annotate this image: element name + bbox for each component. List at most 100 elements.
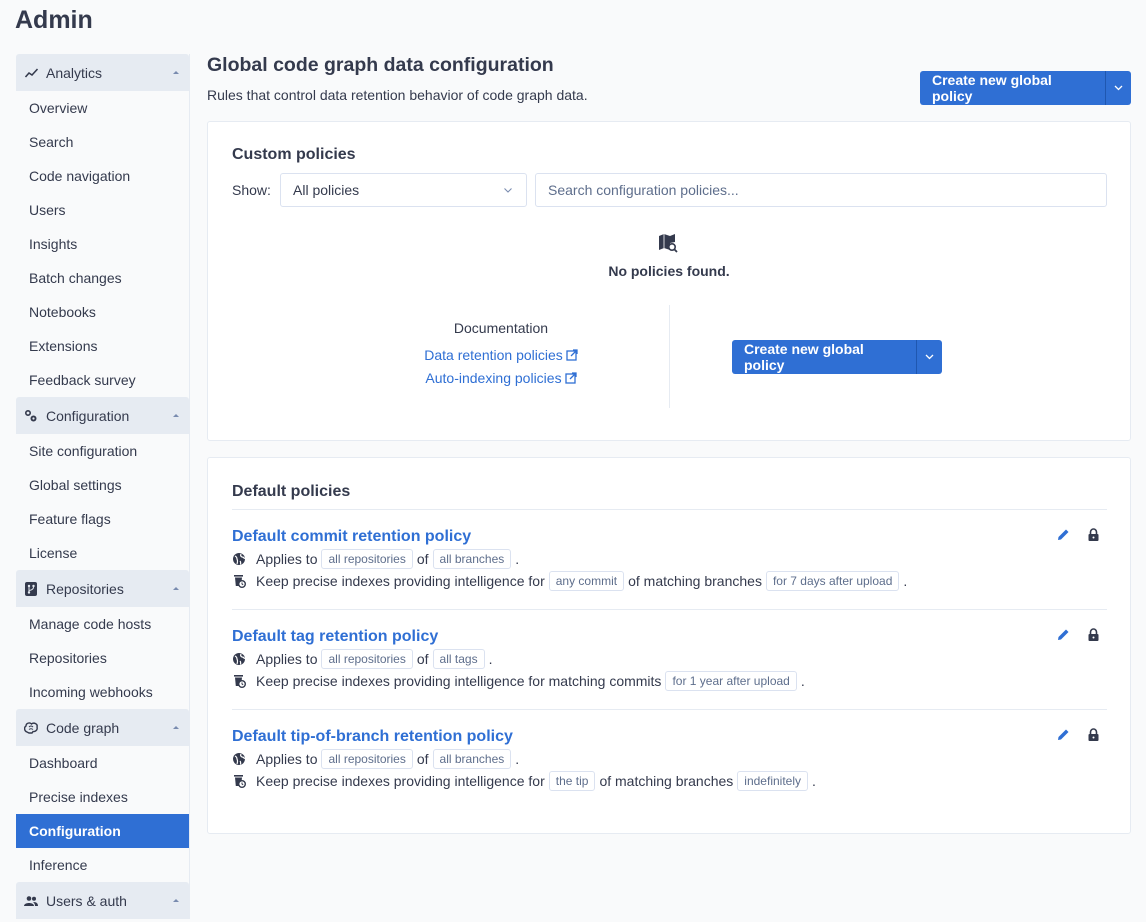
sidebar-item-license[interactable]: License bbox=[16, 536, 189, 570]
globe-icon bbox=[232, 652, 246, 666]
text: Applies to bbox=[256, 651, 318, 667]
default-policies-card: Default policies Default commit retentio… bbox=[207, 457, 1131, 834]
cogs-icon bbox=[24, 409, 38, 423]
sidebar-item-global-settings[interactable]: Global settings bbox=[16, 468, 189, 502]
policy-name-link[interactable]: Default commit retention policy bbox=[232, 528, 471, 548]
create-global-policy-split-button: Create new global policy bbox=[920, 71, 1131, 105]
sidebar-group-users-auth[interactable]: Users & auth bbox=[16, 882, 189, 919]
custom-policies-title: Custom policies bbox=[232, 146, 356, 163]
sidebar-group-configuration[interactable]: Configuration bbox=[16, 397, 189, 434]
create-global-policy-split-button-empty-state: Create new global policy bbox=[732, 340, 942, 374]
custom-policies-card: Custom policies Show: All policies No po… bbox=[207, 121, 1131, 441]
repos-badge: all repositories bbox=[321, 549, 413, 569]
sidebar-item-extensions[interactable]: Extensions bbox=[16, 329, 189, 363]
sidebar-item-notebooks[interactable]: Notebooks bbox=[16, 295, 189, 329]
caret-up-icon bbox=[173, 726, 179, 729]
commit-badge: the tip bbox=[548, 771, 596, 791]
empty-state-text: No policies found. bbox=[608, 263, 730, 279]
sidebar-item-insights[interactable]: Insights bbox=[16, 227, 189, 261]
duration-badge: indefinitely bbox=[737, 771, 808, 791]
repos-badge: all repositories bbox=[321, 649, 413, 669]
text: . bbox=[800, 673, 805, 689]
pencil-icon[interactable] bbox=[1057, 728, 1070, 741]
main-title: Global code graph data configuration bbox=[207, 54, 554, 76]
source-repository-icon bbox=[24, 581, 38, 596]
link-label: Data retention policies bbox=[424, 347, 563, 363]
pencil-icon[interactable] bbox=[1057, 628, 1070, 641]
text: . bbox=[515, 551, 520, 567]
policy-retention-line: Keep precise indexes providing intellige… bbox=[232, 670, 1107, 692]
sidebar-item-overview[interactable]: Overview bbox=[16, 91, 189, 125]
globe-icon bbox=[232, 552, 246, 566]
policy-retention-line: Keep precise indexes providing intellige… bbox=[232, 570, 1107, 592]
policy-filter-value: All policies bbox=[293, 182, 360, 198]
create-policy-dropdown-toggle[interactable] bbox=[916, 340, 942, 374]
text: of bbox=[416, 651, 429, 667]
policy-name-link[interactable]: Default tip-of-branch retention policy bbox=[232, 728, 513, 748]
chevron-down-icon bbox=[925, 354, 934, 360]
sidebar-item-configuration[interactable]: Configuration bbox=[16, 814, 189, 848]
data-retention-docs-link[interactable]: Data retention policies bbox=[358, 347, 644, 363]
policy-retention-line: Keep precise indexes providing intellige… bbox=[232, 770, 1107, 792]
caret-up-icon bbox=[173, 899, 179, 902]
sidebar-item-users[interactable]: Users bbox=[16, 193, 189, 227]
chevron-down-icon bbox=[1114, 85, 1123, 91]
sidebar-item-feature-flags[interactable]: Feature flags bbox=[16, 502, 189, 536]
target-badge: all tags bbox=[432, 649, 485, 669]
sidebar-item-repositories[interactable]: Repositories bbox=[16, 641, 189, 675]
main-subtitle: Rules that control data retention behavi… bbox=[207, 87, 588, 103]
sidebar-item-incoming-webhooks[interactable]: Incoming webhooks bbox=[16, 675, 189, 709]
sidebar-item-precise-indexes[interactable]: Precise indexes bbox=[16, 780, 189, 814]
pencil-icon[interactable] bbox=[1057, 528, 1070, 541]
sidebar-item-feedback-survey[interactable]: Feedback survey bbox=[16, 363, 189, 397]
text: of matching branches bbox=[628, 573, 762, 589]
policy-item: Default commit retention policy Applies … bbox=[232, 528, 1107, 592]
external-link-icon bbox=[566, 349, 578, 361]
divider bbox=[232, 709, 1107, 710]
caret-up-icon bbox=[173, 71, 179, 74]
sidebar-group-analytics[interactable]: Analytics bbox=[16, 54, 189, 91]
create-global-policy-button[interactable]: Create new global policy bbox=[732, 340, 916, 374]
sidebar-item-site-configuration[interactable]: Site configuration bbox=[16, 434, 189, 468]
show-filter-label: Show: bbox=[232, 182, 271, 198]
commit-badge: any commit bbox=[548, 571, 625, 591]
policy-applies-line: Applies to all repositories of all branc… bbox=[232, 548, 1107, 570]
lock-icon bbox=[1088, 628, 1099, 641]
text: Keep precise indexes providing intellige… bbox=[256, 673, 662, 689]
caret-up-icon bbox=[173, 414, 179, 417]
delete-clock-icon bbox=[232, 774, 246, 788]
auto-indexing-docs-link[interactable]: Auto-indexing policies bbox=[358, 370, 644, 386]
create-global-policy-button[interactable]: Create new global policy bbox=[920, 71, 1105, 105]
divider bbox=[232, 609, 1107, 610]
chevron-down-icon bbox=[504, 187, 512, 193]
lock-icon bbox=[1088, 728, 1099, 741]
sidebar-group-label: Code graph bbox=[46, 719, 120, 736]
brain-icon bbox=[24, 721, 38, 735]
policy-applies-line: Applies to all repositories of all tags … bbox=[232, 648, 1107, 670]
text: of bbox=[416, 551, 429, 567]
divider bbox=[232, 509, 1107, 510]
text: of matching branches bbox=[599, 773, 734, 789]
sidebar-item-code-navigation[interactable]: Code navigation bbox=[16, 159, 189, 193]
default-policies-title: Default policies bbox=[232, 483, 351, 500]
search-policies-input[interactable] bbox=[535, 173, 1107, 207]
sidebar-item-batch-changes[interactable]: Batch changes bbox=[16, 261, 189, 295]
link-label: Auto-indexing policies bbox=[425, 370, 562, 386]
policy-filter-select[interactable]: All policies bbox=[280, 173, 527, 207]
sidebar-group-repositories[interactable]: Repositories bbox=[16, 570, 189, 607]
sidebar-item-inference[interactable]: Inference bbox=[16, 848, 189, 882]
text: Applies to bbox=[256, 551, 318, 567]
text: Applies to bbox=[256, 751, 318, 767]
sidebar-item-search[interactable]: Search bbox=[16, 125, 189, 159]
sidebar-item-manage-code-hosts[interactable]: Manage code hosts bbox=[16, 607, 189, 641]
policy-name-link[interactable]: Default tag retention policy bbox=[232, 628, 438, 648]
text: . bbox=[903, 573, 908, 589]
admin-sidebar: Analytics Overview Search Code navigatio… bbox=[16, 54, 190, 919]
create-policy-dropdown-toggle[interactable] bbox=[1105, 71, 1131, 105]
policy-applies-line: Applies to all repositories of all branc… bbox=[232, 748, 1107, 770]
sidebar-group-code-graph[interactable]: Code graph bbox=[16, 709, 189, 746]
sidebar-item-dashboard[interactable]: Dashboard bbox=[16, 746, 189, 780]
policy-actions bbox=[1057, 628, 1099, 641]
target-badge: all branches bbox=[432, 549, 512, 569]
text: Keep precise indexes providing intellige… bbox=[256, 573, 545, 589]
